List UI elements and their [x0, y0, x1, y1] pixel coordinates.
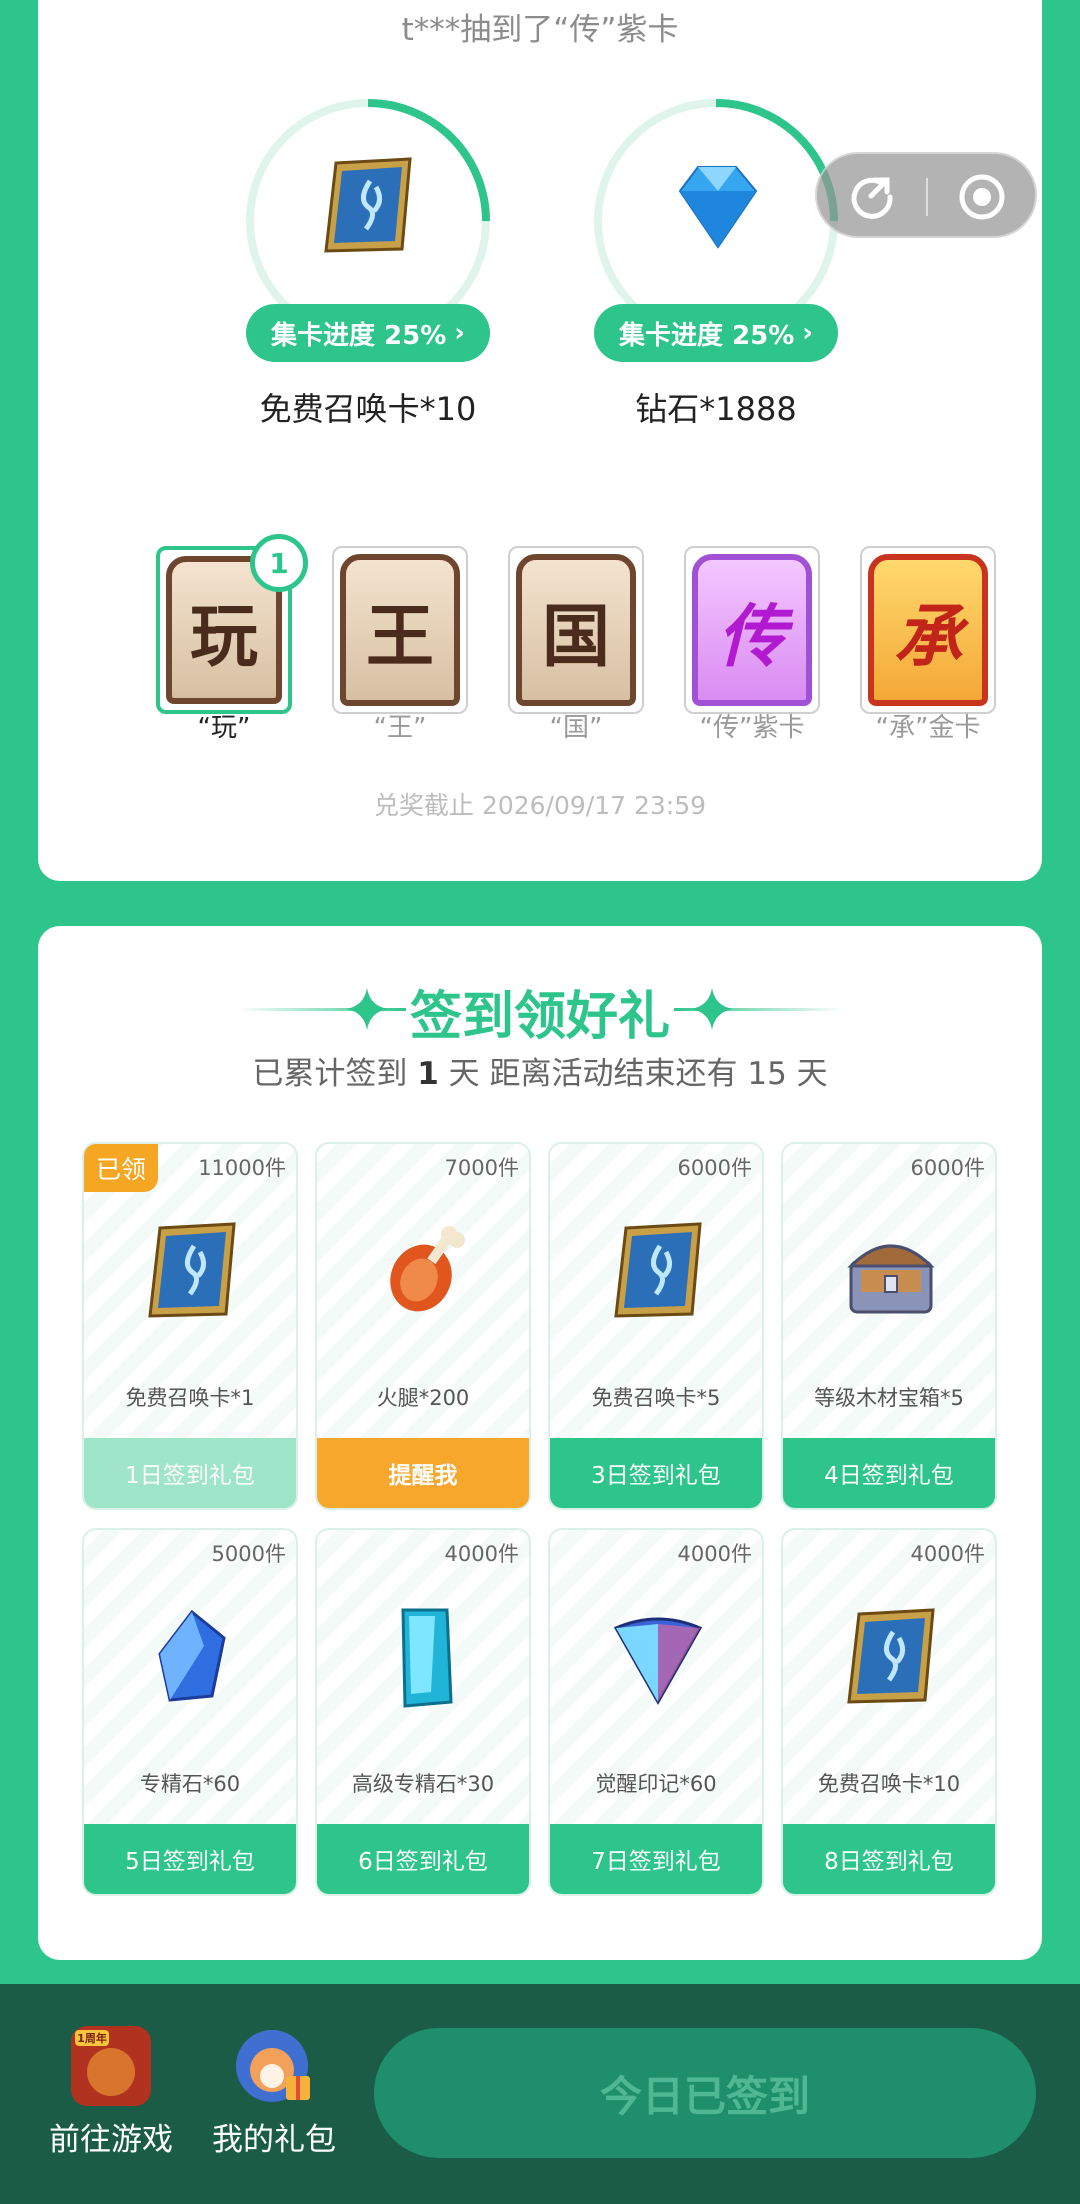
word-card-char: 王 — [340, 554, 460, 706]
diamond-icon — [678, 166, 758, 249]
go-to-game-button[interactable]: 1周年 前往游戏 — [36, 2026, 186, 2159]
sign-summary-prefix: 已累计签到 — [252, 1056, 408, 1092]
sign-summary: 已累计签到 1 天 距离活动结束还有 15 天 — [38, 1048, 1042, 1093]
word-card-chuan-purple[interactable]: 传 — [684, 546, 820, 714]
gift-stock: 4000件 — [910, 1542, 985, 1566]
gift-claim-button[interactable]: 4日签到礼包 — [783, 1438, 995, 1508]
prize-summon-card[interactable]: 集卡进度 25% › 免费召唤卡*10 — [243, 96, 493, 428]
gift-name: 等级木材宝箱*5 — [814, 1386, 964, 1410]
cyan-crystal-icon — [401, 1608, 453, 1708]
gift-day-7: 4000件 觉醒印记*60 7日签到礼包 — [548, 1528, 764, 1896]
awakening-mark-icon — [613, 1617, 703, 1706]
gift-name: 免费召唤卡*1 — [125, 1386, 255, 1410]
gift-day-1: 已领 11000件 免费召唤卡*1 1日签到礼包 — [82, 1142, 298, 1510]
gift-stock: 4000件 — [677, 1542, 752, 1566]
summon-card-icon — [847, 1608, 935, 1704]
checked-in-today-button[interactable]: 今日已签到 — [374, 2028, 1036, 2158]
gift-claim-button[interactable]: 3日签到礼包 — [550, 1438, 762, 1508]
word-card-label: “承”金卡 — [875, 713, 981, 743]
close-target-icon[interactable] — [957, 172, 1007, 222]
draw-ticker: t***抽到了“传”紫卡 — [401, 12, 679, 48]
prize-diamond[interactable]: 集卡进度 25% › 钻石*1888 — [591, 96, 841, 428]
chevron-right-icon: › — [454, 318, 465, 348]
word-card-label: “玩” — [197, 713, 251, 743]
game-badge-text: 1周年 — [77, 2031, 107, 2045]
collect-progress-button[interactable]: 集卡进度 25% › — [594, 304, 838, 362]
sign-title-row: 签到领好礼 — [38, 974, 1042, 1047]
card-collection-panel: t***抽到了“传”紫卡 集卡进度 25% › 免费召唤卡*10 集卡进度 25… — [38, 0, 1042, 881]
word-card-char: 传 — [692, 554, 812, 706]
gift-claim-button[interactable]: 8日签到礼包 — [783, 1824, 995, 1894]
treasure-chest-icon — [847, 1244, 935, 1314]
my-gifts-label: 我的礼包 — [212, 2122, 336, 2158]
gift-stock: 7000件 — [444, 1156, 519, 1180]
gift-stock: 6000件 — [677, 1156, 752, 1180]
go-to-game-label: 前往游戏 — [49, 2122, 173, 2158]
progress-label: 集卡进度 25% — [270, 320, 447, 351]
word-card-label: “王” — [373, 713, 427, 743]
sign-summary-suffix: 天 距离活动结束还有 15 天 — [448, 1056, 828, 1092]
card-count-badge: 1 — [250, 534, 308, 592]
word-card-cheng-gold[interactable]: 承 — [860, 546, 996, 714]
my-gifts-button[interactable]: 我的礼包 — [199, 2026, 349, 2159]
capsule-divider — [926, 178, 928, 216]
blue-crystal-icon — [158, 1609, 226, 1702]
miniprogram-capsule — [815, 152, 1037, 238]
gift-day-3: 6000件 免费召唤卡*5 3日签到礼包 — [548, 1142, 764, 1510]
chevron-right-icon: › — [802, 318, 813, 348]
gift-name: 专精石*60 — [139, 1772, 241, 1796]
sign-title: 签到领好礼 — [409, 987, 670, 1047]
gift-avatar-icon — [236, 2030, 310, 2102]
summon-card-icon — [614, 1222, 702, 1318]
gift-day-2: 7000件 火腿*200 提醒我 — [315, 1142, 531, 1510]
gift-stock: 11000件 — [198, 1156, 286, 1180]
gift-claim-button[interactable]: 7日签到礼包 — [550, 1824, 762, 1894]
word-card-guo[interactable]: 国 — [508, 546, 644, 714]
prize-name: 免费召唤卡*10 — [259, 390, 477, 428]
gift-day-8: 4000件 免费召唤卡*10 8日签到礼包 — [781, 1528, 997, 1896]
word-card-label: “国” — [549, 713, 603, 743]
claimed-tag: 已领 — [84, 1144, 158, 1192]
gift-stock: 5000件 — [211, 1542, 286, 1566]
gift-stock: 4000件 — [444, 1542, 519, 1566]
gift-claim-button[interactable]: 1日签到礼包 — [84, 1438, 296, 1508]
remind-me-button[interactable]: 提醒我 — [317, 1438, 529, 1508]
gift-day-4: 6000件 等级木材宝箱*5 4日签到礼包 — [781, 1142, 997, 1510]
gift-name: 觉醒印记*60 — [595, 1772, 717, 1796]
sign-days-count: 1 — [417, 1056, 439, 1092]
word-card-char: 国 — [516, 554, 636, 706]
gift-name: 免费召唤卡*5 — [591, 1386, 721, 1410]
summon-card-icon — [148, 1222, 236, 1318]
word-card-wang[interactable]: 王 — [332, 546, 468, 714]
gift-claim-button[interactable]: 6日签到礼包 — [317, 1824, 529, 1894]
game-app-icon: 1周年 — [71, 2026, 151, 2106]
collect-progress-button[interactable]: 集卡进度 25% › — [246, 304, 490, 362]
sign-in-panel: 签到领好礼 已累计签到 1 天 距离活动结束还有 15 天 已领 11000件 … — [38, 926, 1042, 1960]
gift-name: 高级专精石*30 — [351, 1772, 495, 1796]
gift-name: 火腿*200 — [376, 1386, 470, 1410]
gift-day-6: 4000件 高级专精石*30 6日签到礼包 — [315, 1528, 531, 1896]
word-card-wan[interactable]: 玩 1 — [156, 534, 308, 714]
gift-day-5: 5000件 专精石*60 5日签到礼包 — [82, 1528, 298, 1896]
share-icon[interactable] — [847, 172, 897, 222]
redeem-deadline: 兑奖截止 2026/09/17 23:59 — [373, 791, 707, 820]
gift-name: 免费召唤卡*10 — [817, 1772, 961, 1796]
prize-name: 钻石*1888 — [635, 390, 797, 428]
gift-claim-button[interactable]: 5日签到礼包 — [84, 1824, 296, 1894]
word-card-label: “传”紫卡 — [699, 713, 805, 743]
word-card-char: 承 — [868, 554, 988, 706]
progress-label: 集卡进度 25% — [618, 320, 795, 351]
summon-card-icon — [324, 157, 412, 253]
ham-icon — [390, 1226, 465, 1312]
gift-stock: 6000件 — [910, 1156, 985, 1180]
bottom-action-bar: 1周年 前往游戏 我的礼包 今日已签到 — [0, 1984, 1080, 2204]
